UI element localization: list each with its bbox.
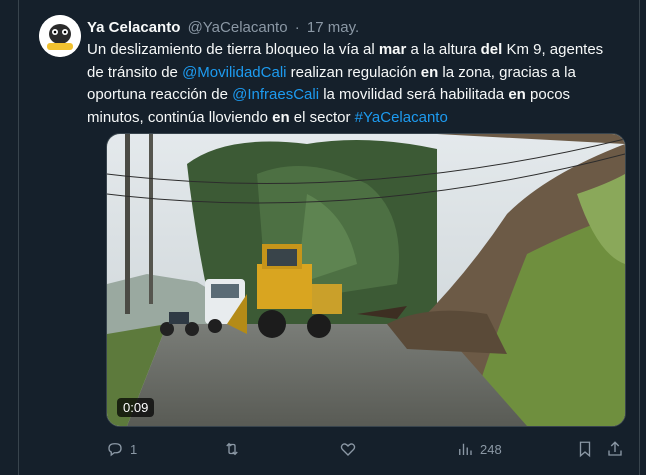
views-icon xyxy=(459,443,472,455)
tweet-date[interactable]: 17 may. xyxy=(307,19,359,36)
author-handle[interactable]: @YaCelacanto xyxy=(188,19,288,36)
tweet-text: Un deslizamiento de tierra bloqueo la ví… xyxy=(87,39,617,129)
video-duration: 0:09 xyxy=(117,398,155,417)
text-segment: a la altura xyxy=(406,41,481,58)
views-count: 248 xyxy=(480,441,502,457)
share-icon xyxy=(608,441,622,456)
hashtag-link[interactable]: #YaCelacanto xyxy=(355,109,448,126)
author-avatar[interactable] xyxy=(39,15,81,57)
mention-link[interactable]: @InfraesCali xyxy=(232,86,319,103)
author-name[interactable]: Ya Celacanto xyxy=(87,19,180,36)
reply-button[interactable]: 1 xyxy=(106,437,137,461)
bold-text: del xyxy=(480,41,503,58)
like-icon xyxy=(340,443,356,456)
text-segment: la movilidad será habilitada xyxy=(319,86,509,103)
tweet-card[interactable]: Ya Celacanto @YaCelacanto · 17 may. Un d… xyxy=(18,0,640,475)
action-bar: 1 248 xyxy=(106,437,626,461)
reply-count: 1 xyxy=(130,441,138,457)
avatar-logo-icon xyxy=(39,15,81,57)
bold-text: en xyxy=(508,86,526,103)
retweet-button[interactable] xyxy=(223,437,247,461)
tweet-header: Ya Celacanto @YaCelacanto · 17 may. xyxy=(87,18,359,38)
header-separator: · xyxy=(294,19,300,36)
views-button[interactable]: 248 xyxy=(456,437,502,461)
bookmark-icon xyxy=(579,441,591,458)
bold-text: en xyxy=(420,63,439,81)
share-button[interactable] xyxy=(606,437,624,461)
video-thumbnail xyxy=(107,134,625,426)
text-segment: Un deslizamiento de tierra bloqueo la ví… xyxy=(87,41,379,58)
text-segment: el sector xyxy=(289,108,355,126)
like-button[interactable] xyxy=(339,437,363,461)
mention-link[interactable]: @MovilidadCali xyxy=(182,64,286,81)
video-player[interactable]: 0:09 xyxy=(106,133,626,427)
bookmark-button[interactable] xyxy=(576,437,594,461)
text-segment: realizan regulación xyxy=(286,63,421,81)
retweet-icon xyxy=(226,442,238,456)
bold-text: mar xyxy=(378,41,407,58)
reply-icon xyxy=(108,443,122,457)
bold-text: en xyxy=(272,108,290,126)
